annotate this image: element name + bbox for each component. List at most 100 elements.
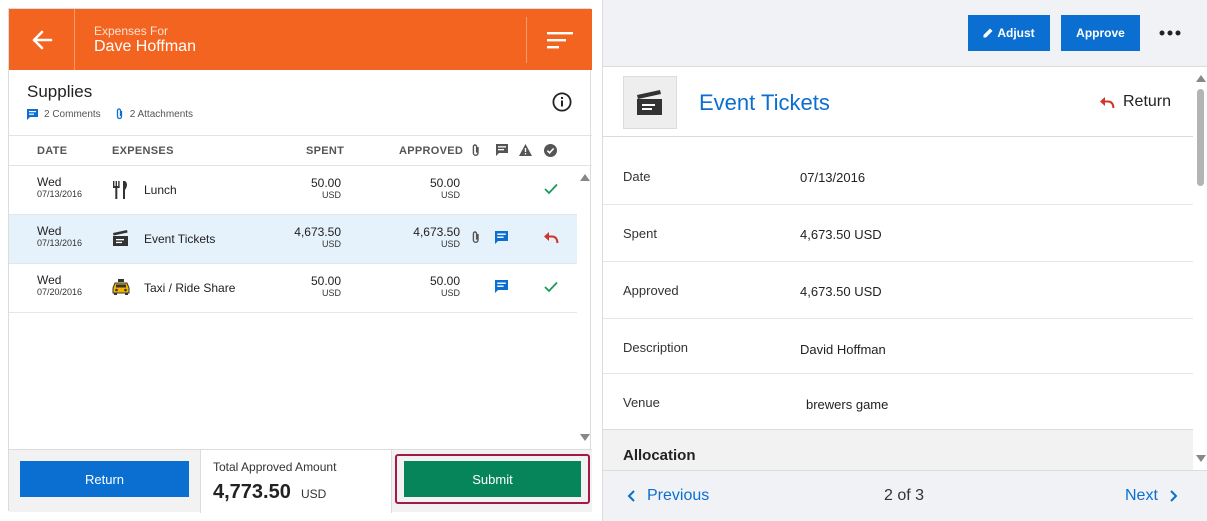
field-label: Date [623,169,651,184]
row-approved: 50.00 [429,274,460,288]
field-value: brewers game [806,397,889,412]
col-approved: APPROVED [399,145,464,157]
comments-link[interactable]: 2 Comments [27,108,101,120]
col-comment [496,144,508,159]
attachments-link[interactable]: 2 Attachments [115,108,193,120]
comments-count: 2 Comments [44,108,101,120]
comment-icon [27,108,38,120]
field-row: Date 07/13/2016 [603,148,1193,205]
return-button[interactable]: Return [20,461,189,497]
detail-return-label: Return [1123,93,1172,110]
list-scrollbar[interactable] [577,166,592,449]
app-root: Expenses For Dave Hoffman Supplies 2 Com… [0,0,1207,521]
clapperboard-icon [112,230,130,252]
back-arrow-icon [32,30,52,49]
paperclip-icon [472,144,479,156]
comment-icon [495,231,508,249]
row-day: Wed [37,175,62,189]
next-button[interactable]: Next [1125,487,1178,505]
table-header: DATE EXPENSES SPENT APPROVED [9,136,592,166]
warning-icon [519,144,532,156]
row-approved-currency: USD [440,190,460,200]
field-value: David Hoffman [800,342,886,357]
field-value: 4,673.50 USD [800,227,882,242]
pager: Previous 2 of 3 Next [603,470,1207,521]
total-amount: 4,773.50 [213,481,291,503]
check-circle-icon [544,144,557,157]
clapperboard-icon [637,89,662,115]
row-spent: 50.00 [310,274,341,288]
employee-name: Dave Hoffman [94,38,196,55]
scroll-up-arrow[interactable] [1196,75,1206,82]
field-row: Description David Hoffman [603,319,1193,374]
detail-return-button[interactable]: Return [1099,93,1171,111]
chevron-right-icon [1170,490,1178,502]
ellipsis-icon [1159,30,1181,36]
scroll-down-arrow[interactable] [1196,455,1206,462]
back-button[interactable] [9,9,75,70]
sort-icon [546,32,573,49]
col-expenses: EXPENSES [112,145,174,157]
chevron-left-icon [627,490,635,502]
field-row: Approved 4,673.50 USD [603,262,1193,319]
detail-title: Event Tickets [699,90,830,115]
adjust-button[interactable]: Adjust [968,15,1050,51]
total-currency: USD [301,487,327,501]
scroll-up-arrow[interactable] [580,174,590,181]
row-expense: Lunch [144,183,177,197]
comment-icon [495,280,508,298]
field-label: Description [623,340,689,355]
report-header: Expenses For Dave Hoffman [9,9,592,70]
scrollbar-thumb[interactable] [1197,89,1204,186]
attachments-count: 2 Attachments [129,108,194,120]
row-spent-currency: USD [321,288,341,298]
return-icon [1100,96,1115,108]
row-approved-currency: USD [440,239,460,249]
info-icon [552,92,572,112]
comment-icon [496,144,508,156]
scroll-down-arrow[interactable] [580,434,590,441]
row-approved: 4,673.50 [413,225,460,239]
row-date: 07/13/2016 [37,189,83,199]
previous-button[interactable]: Previous [627,487,709,505]
header-subtitle: Expenses For [94,24,169,38]
pencil-icon [983,28,993,38]
col-date: DATE [37,145,68,157]
col-status [544,144,557,160]
row-spent-currency: USD [321,190,341,200]
row-approved-currency: USD [440,288,460,298]
taxi-icon [112,279,130,300]
total-approved: Total Approved Amount 4,773.50 USD [200,450,392,513]
row-date: 07/13/2016 [37,238,83,248]
check-icon [544,182,558,200]
report-meta: 2 Comments 2 Attachments [27,108,207,120]
info-button[interactable] [552,92,572,117]
fork-knife-icon [112,181,132,204]
sort-button[interactable] [526,17,592,63]
adjust-label: Adjust [997,26,1035,40]
approve-button[interactable]: Approve [1061,15,1140,51]
submit-highlight: Submit [395,454,590,504]
check-icon [544,280,558,298]
submit-button[interactable]: Submit [404,461,581,497]
table-row[interactable]: Wed 07/13/2016 Event Tickets 4,673.50 US… [9,215,577,264]
field-label: Approved [623,283,679,298]
page-position: 2 of 3 [884,487,925,504]
report-summary: Supplies 2 Comments 2 Attachments [9,70,592,136]
allocation-heading: Allocation [623,447,696,464]
field-value: 4,673.50 USD [800,284,882,299]
field-value: 07/13/2016 [800,170,866,185]
report-title: Supplies [27,82,93,101]
category-thumbnail [623,76,677,129]
expense-detail-panel: Adjust Approve Event Tickets Return Date… [602,0,1207,521]
expense-report-panel: Expenses For Dave Hoffman Supplies 2 Com… [8,8,592,513]
table-row[interactable]: Wed 07/13/2016 Lunch 50.00 USD 50.00 USD [9,166,577,215]
col-warning [519,144,532,159]
detail-scrollbar[interactable] [1193,67,1207,470]
table-row[interactable]: Wed 07/20/2016 Taxi / Ride Share 50.00 U… [9,264,577,313]
more-options-button[interactable] [1158,22,1182,44]
col-spent: SPENT [306,145,345,157]
previous-label: Previous [647,487,710,504]
row-approved: 50.00 [429,176,460,190]
row-day: Wed [37,273,62,287]
